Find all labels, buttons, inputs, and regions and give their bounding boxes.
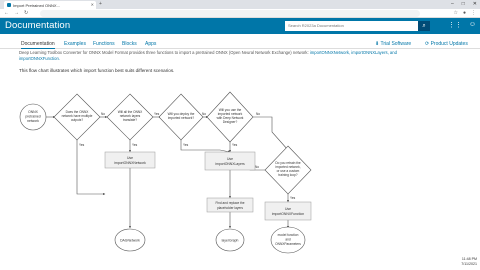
tab-close-icon[interactable]: ✕ (91, 2, 94, 7)
address-bar[interactable] (40, 10, 420, 17)
svg-text:imported network?: imported network? (168, 116, 194, 120)
svg-text:Designer?: Designer? (223, 120, 238, 124)
tab-apps[interactable]: Apps (145, 41, 156, 47)
svg-text:Yes: Yes (290, 196, 296, 200)
tab-functions[interactable]: Functions (93, 41, 115, 47)
header-icons: ⋮⋮ ☺ (448, 21, 476, 29)
svg-text:No: No (256, 112, 260, 116)
svg-text:outputs?: outputs? (71, 118, 83, 122)
flow-end-layergraph: layerGraph (215, 228, 245, 252)
minimize-icon[interactable]: – (451, 1, 454, 7)
svg-text:ONNX: ONNX (28, 110, 39, 114)
flow-decision-deep-network-designer: Will you use the imported network with D… (206, 91, 254, 143)
maximize-icon[interactable]: □ (462, 1, 465, 7)
svg-text:training loop?: training loop? (278, 173, 297, 177)
svg-text:pretrained: pretrained (25, 115, 40, 119)
svg-text:Use: Use (127, 156, 133, 160)
function-links[interactable]: importONNXNetwork, importONNXLayers, and (310, 50, 397, 55)
svg-text:ONNXParameters: ONNXParameters (275, 242, 301, 246)
browser-tab[interactable]: Import Pretrained ONNX... ✕ (4, 1, 96, 9)
trial-icon: ⬇ (375, 41, 380, 47)
svg-text:Use: Use (285, 207, 291, 211)
svg-text:placeholder layers: placeholder layers (217, 206, 243, 210)
svg-text:network: network (27, 119, 39, 123)
svg-text:Yes: Yes (132, 143, 138, 147)
svg-text:translate?: translate? (123, 118, 137, 122)
tab-title: Import Pretrained ONNX... (13, 2, 60, 8)
svg-text:importONNXFunction: importONNXFunction (272, 212, 304, 216)
intro-paragraph-cont: importONNXFunction. (19, 56, 60, 61)
flow-end-model-function: model function and ONNXParameters (270, 226, 306, 254)
page-title[interactable]: Documentation (5, 20, 70, 31)
svg-text:Yes: Yes (232, 143, 238, 147)
flow-decision-layers-translate: Will all the ONNX network layers transla… (106, 93, 154, 141)
svg-text:DAGNetwork: DAGNetwork (120, 239, 140, 243)
trial-software-link[interactable]: ⬇ Trial Software (375, 41, 411, 47)
doc-subnav: Documentation Examples Functions Blocks … (0, 38, 480, 49)
svg-text:and: and (285, 238, 291, 242)
svg-text:Yes: Yes (154, 112, 160, 116)
search-icon[interactable]: ⌕ (418, 21, 430, 31)
tab-examples[interactable]: Examples (64, 41, 86, 47)
profile-icon[interactable]: ● (463, 10, 466, 16)
system-clock: 11:48 PM 7/11/2021 (461, 257, 477, 266)
svg-text:layerGraph: layerGraph (222, 239, 239, 243)
new-tab-button[interactable]: + (99, 1, 102, 7)
tab-documentation[interactable]: Documentation (21, 41, 55, 49)
star-icon[interactable]: ☆ (453, 10, 457, 16)
svg-text:No: No (101, 112, 105, 116)
tab-blocks[interactable]: Blocks (122, 41, 137, 47)
apps-grid-icon[interactable]: ⋮⋮ (448, 21, 462, 29)
browser-extensions: ☆ ● ⋮ (453, 10, 476, 16)
updates-icon: ⟳ (425, 41, 430, 47)
svg-text:Find and replace the: Find and replace the (215, 201, 244, 205)
flow-decision-deploy: Will you deploy the imported network? (158, 93, 204, 141)
product-updates-link[interactable]: ⟳ Product Updates (425, 41, 468, 47)
browser-tab-bar: Import Pretrained ONNX... ✕ + – □ ✕ (0, 0, 480, 9)
flow-box-importonnxfunction: Use importONNXFunction (264, 201, 312, 221)
flow-decision-multiple-outputs: Does the ONNX network have multiple outp… (53, 93, 101, 141)
browser-toolbar: ← → ↻ ☆ ● ⋮ (0, 9, 480, 18)
svg-text:importONNXNetwork: importONNXNetwork (114, 161, 146, 165)
account-icon[interactable]: ☺ (469, 21, 476, 29)
svg-text:No: No (202, 112, 206, 116)
import-onnx-function-link[interactable]: importONNXFunction. (19, 56, 60, 61)
svg-text:importONNXLayers: importONNXLayers (215, 162, 245, 166)
menu-icon[interactable]: ⋮ (471, 10, 476, 16)
flow-box-importonnxlayers: Use importONNXLayers (204, 151, 256, 171)
flow-end-dagnetwork: DAGNetwork (114, 228, 146, 252)
flow-start-node: ONNX pretrained network (19, 103, 47, 131)
svg-text:model function: model function (278, 233, 299, 237)
window-close-icon[interactable]: ✕ (473, 1, 477, 7)
site-header: Documentation ⌕ ⋮⋮ ☺ (0, 18, 480, 34)
window-controls: – □ ✕ (451, 1, 477, 7)
import-function-flowchart: ONNX pretrained network Does the ONNX ne… (19, 91, 312, 254)
svg-text:No: No (255, 165, 259, 169)
forward-icon[interactable]: → (14, 10, 19, 16)
flow-decision-retrain: Do you retrain the imported network, or … (264, 145, 312, 195)
reload-icon[interactable]: ↻ (24, 10, 28, 16)
flow-box-importonnxnetwork: Use importONNXNetwork (104, 151, 156, 169)
search-input[interactable] (285, 21, 418, 31)
flow-box-replace-placeholder: Find and replace the placeholder layers (206, 197, 254, 213)
intro-paragraph: Deep Learning Toolbox Converter for ONNX… (19, 50, 397, 55)
svg-text:Yes: Yes (79, 143, 85, 147)
svg-text:Yes: Yes (183, 143, 189, 147)
svg-text:Use: Use (227, 157, 233, 161)
back-icon[interactable]: ← (4, 10, 9, 16)
mathworks-favicon-icon (7, 3, 11, 7)
